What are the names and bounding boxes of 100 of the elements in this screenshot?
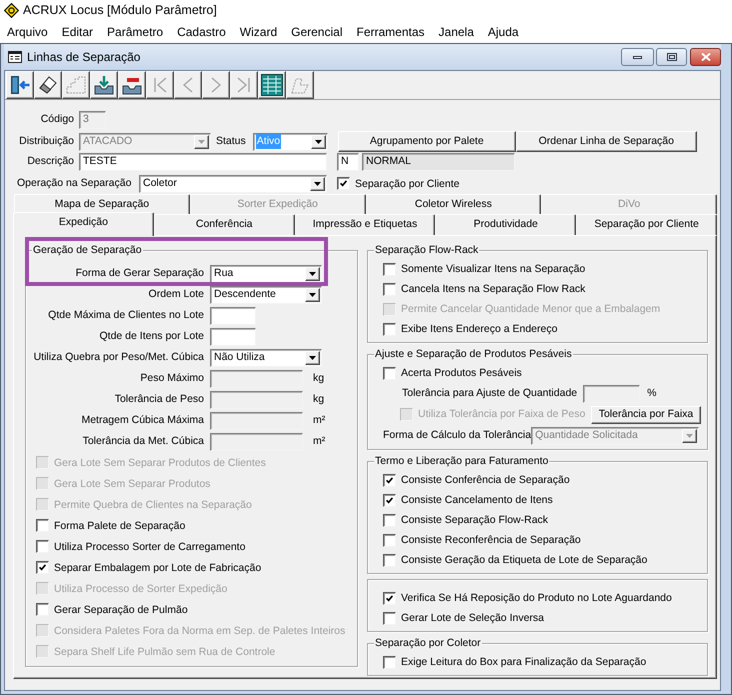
unit-label: kg (313, 370, 324, 386)
checkbox[interactable] (383, 474, 396, 486)
tab[interactable]: Impressão e Etiquetas (294, 214, 436, 235)
checkbox[interactable] (36, 603, 49, 616)
menu-item[interactable]: Cadastro (177, 23, 226, 41)
checkbox-label: Separa Shelf Life Pulmão sem Rua de Controle (54, 644, 276, 658)
checkbox-label: Permite Cancelar Quantidade Menor que a Embalagem (401, 302, 660, 316)
stepped-outline-icon (66, 76, 86, 94)
checkbox[interactable] (337, 177, 350, 190)
toolbar-button[interactable] (258, 71, 286, 99)
field-label: Ordem Lote (148, 286, 204, 302)
menu-item[interactable]: Parâmetro (107, 23, 164, 41)
checkbox[interactable] (36, 519, 49, 532)
checkbox-label: Consiste Reconferência de Separação (401, 533, 581, 547)
checkbox[interactable] (383, 494, 396, 506)
menu-item[interactable]: Wizard (240, 23, 278, 41)
caret-down-icon (309, 272, 316, 276)
menu-item[interactable]: Ferramentas (356, 23, 425, 41)
checkbox[interactable] (383, 514, 396, 526)
tab[interactable]: Mapa de Separação (14, 194, 190, 214)
window-title: Linhas de Separação (27, 49, 140, 66)
menu-item[interactable]: Janela (438, 23, 474, 41)
checkbox-label: Permite Quebra de Clientes na Separação (54, 498, 252, 512)
field-label: Forma de Cálculo da Tolerância (383, 428, 532, 443)
dropdown-button[interactable] (310, 134, 326, 148)
tab[interactable]: Conferência (154, 214, 295, 235)
form-window-icon (8, 51, 22, 63)
unit-label: m² (313, 434, 326, 449)
checkbox[interactable] (383, 554, 396, 566)
checkbox-label: Exibe Itens Endereço a Endereço (401, 322, 558, 336)
checkbox-label: Consiste Cancelamento de Itens (401, 493, 553, 507)
text-field[interactable]: NORMAL (362, 152, 515, 170)
dotted-shape-icon (291, 76, 309, 94)
menu-item[interactable]: Arquivo (7, 23, 48, 41)
checkbox-label: Exige Leitura do Box para Finalização da Separação (401, 655, 646, 669)
tab[interactable]: Produtividade (435, 214, 576, 235)
dropdown-button[interactable] (305, 350, 320, 364)
checkbox-label: Forma Palete de Separação (54, 518, 186, 532)
checkbox[interactable] (383, 366, 396, 380)
checkbox[interactable] (383, 612, 396, 624)
field-label: Qtde Máxima de Clientes no Lote (47, 308, 204, 323)
maximize-button[interactable] (656, 48, 687, 66)
checkbox[interactable] (383, 322, 396, 336)
checkbox[interactable] (383, 534, 396, 546)
dropdown-button[interactable] (305, 288, 320, 302)
checkbox[interactable] (36, 540, 49, 553)
text-field[interactable] (210, 328, 256, 346)
checkbox[interactable] (383, 592, 396, 604)
toolbar-button[interactable] (118, 71, 146, 99)
text-field[interactable]: TESTE (79, 152, 327, 170)
field-label: Código (40, 112, 74, 128)
text-field[interactable]: N (337, 152, 359, 170)
checkbox[interactable] (383, 656, 396, 668)
checkbox-label: Utiliza Processo Sorter de Carregamento (54, 540, 246, 554)
unit-label: kg (313, 392, 324, 407)
toolbar-button[interactable] (6, 71, 34, 99)
menu-item[interactable]: Gerencial (291, 23, 342, 41)
toolbar-button[interactable] (34, 71, 62, 99)
tab[interactable]: Coletor Wireless (366, 194, 542, 214)
door-arrow-icon (10, 75, 30, 95)
checkbox[interactable] (36, 561, 49, 574)
caret-down-icon (198, 140, 205, 144)
checkbox[interactable] (383, 262, 396, 276)
skip-forward-icon (237, 77, 251, 93)
dropdown-field[interactable]: Rua (210, 264, 322, 282)
group-title: Ajuste e Separação de Produtos Pesáveis (374, 347, 573, 361)
tab[interactable]: Separação por Cliente (576, 214, 717, 235)
minimize-icon (633, 56, 642, 58)
dropdown-button[interactable] (310, 176, 325, 190)
dropdown-field[interactable]: Não Utiliza (210, 348, 322, 366)
dropdown-field[interactable]: Coletor (139, 174, 327, 192)
field-label: Metragem Cúbica Máxima (80, 412, 204, 428)
caret-left-icon (183, 77, 193, 93)
checkbox-label: Utiliza Tolerância por Faixa de Peso (418, 406, 586, 422)
eraser-icon (39, 76, 57, 94)
close-button[interactable] (690, 48, 721, 66)
menu-item[interactable]: Editar (62, 23, 94, 41)
checkbox-label: Verifica Se Há Reposição do Produto no Lote Aguardando (401, 591, 672, 605)
checkmark-icon (386, 496, 393, 504)
pallet-grouping-button[interactable]: Agrupamento por Palete (338, 131, 516, 152)
checkbox-label: Cancela Itens na Separação Flow Rack (401, 282, 586, 296)
checkbox-label: Consiste Geração da Etiqueta de Lote de Separação (401, 553, 648, 567)
group-title: Geração de Separação (32, 243, 143, 257)
minimize-button[interactable] (621, 48, 654, 66)
group-title: Separação por Coletor (374, 636, 482, 650)
field-label: Qtde de Itens por Lote (98, 328, 204, 344)
dropdown-button[interactable] (305, 266, 320, 280)
dropdown-field[interactable]: Descendente (210, 286, 322, 304)
text-field[interactable] (210, 306, 256, 324)
field-label: Forma de Gerar Separação (74, 266, 204, 281)
menu-item[interactable]: Ajuda (488, 23, 519, 41)
unit-label: m² (313, 412, 326, 428)
order-lines-button[interactable]: Ordenar Linha de Separação (516, 131, 697, 152)
tab[interactable]: Expedição (13, 212, 154, 236)
maximize-icon (666, 53, 676, 61)
toolbar-button[interactable] (90, 71, 118, 99)
close-icon (700, 53, 710, 61)
group-title: Separação Flow-Rack (374, 243, 480, 257)
checkbox[interactable] (383, 282, 396, 296)
field-label: Peso Máximo (139, 370, 204, 386)
